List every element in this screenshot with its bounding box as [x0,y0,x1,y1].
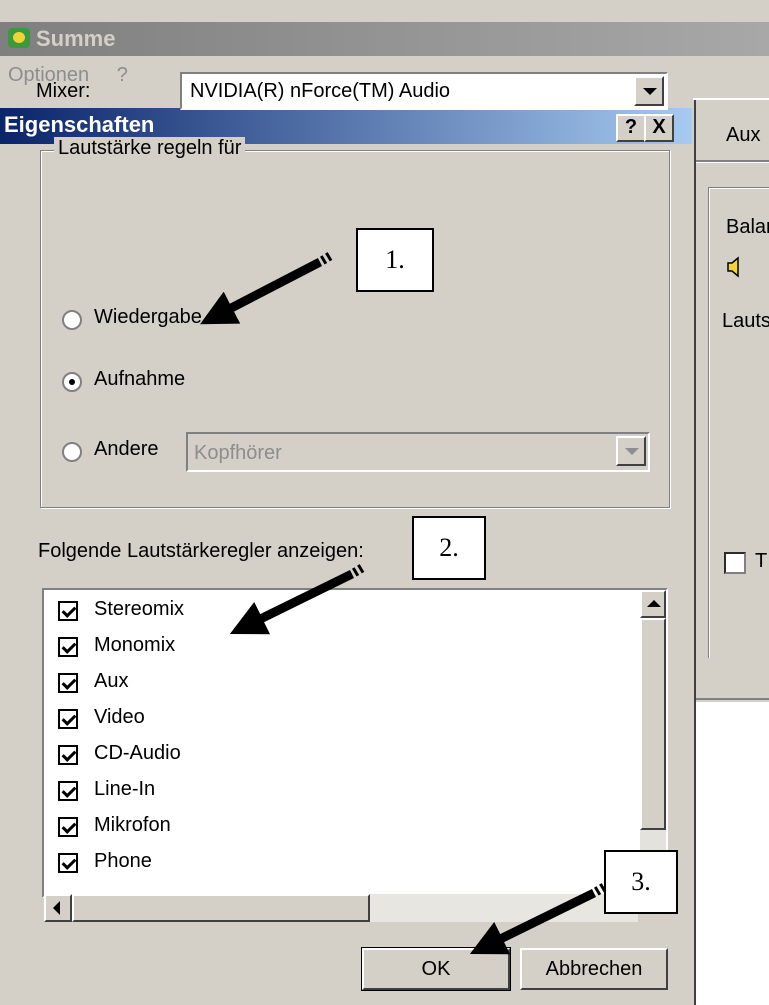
checkbox-checked[interactable] [58,709,78,729]
annotation-step-3: 3. [604,850,678,914]
checkbox-checked[interactable] [58,745,78,765]
checkbox-checked[interactable] [58,781,78,801]
list-item-label: Mikrofon [94,814,171,836]
checkbox-checked[interactable] [58,601,78,621]
horizontal-scroll-thumb[interactable] [72,894,370,922]
mixer-dropdown[interactable]: NVIDIA(R) nForce(TM) Audio [180,72,668,110]
dialog-title: Eigenschaften [4,112,155,137]
horizontal-scrollbar[interactable] [44,894,638,922]
speaker-icon [727,256,739,278]
menu-help[interactable]: ? [117,64,128,86]
radio-aufnahme-label[interactable]: Aufnahme [94,368,185,391]
mute-checkbox-label: T [755,550,768,572]
checkbox-checked[interactable] [58,673,78,693]
radio-wiedergabe[interactable] [62,310,82,330]
list-item-label: Aux [94,670,129,692]
aux-tab-label: Aux [726,124,761,146]
vertical-scroll-thumb[interactable] [640,618,666,830]
andere-selected-value: Kopfhörer [194,442,282,464]
chevron-down-icon[interactable] [634,76,664,106]
checkbox-checked[interactable] [58,637,78,657]
list-item-label: Monomix [94,634,176,656]
checkbox-checked[interactable] [58,817,78,837]
volume-label: Lauts [722,310,769,332]
divider [693,160,769,163]
balance-label: Balan [726,216,769,238]
parent-title: Summe [36,26,116,51]
list-item-label: Video [94,706,145,728]
mute-checkbox[interactable] [724,552,746,574]
close-button[interactable]: X [644,114,674,142]
andere-dropdown[interactable]: Kopfhörer [186,432,650,472]
group-label: Lautstärke regeln für [54,137,246,160]
mixer-label: Mixer: [36,80,91,102]
mixer-app-icon [8,28,30,48]
ok-button[interactable]: OK [361,947,511,991]
scroll-left-icon[interactable] [44,894,72,922]
scroll-up-icon[interactable] [640,590,666,618]
list-item-label: Stereomix [94,598,185,620]
annotation-step-2: 2. [412,516,486,580]
mixer-selected-value: NVIDIA(R) nForce(TM) Audio [190,80,451,102]
parent-title-bar: Summe [0,22,769,56]
radio-wiedergabe-label[interactable]: Wiedergabe [94,306,202,329]
list-item-label: Phone [94,850,152,872]
controls-listbox[interactable]: Stereomix Monomix Aux Video CD-Audio Lin… [42,588,668,898]
list-item-label: CD-Audio [94,742,181,764]
chevron-down-icon[interactable] [616,436,646,466]
help-button[interactable]: ? [616,114,646,142]
annotation-step-1: 1. [356,228,434,292]
vertical-scrollbar[interactable] [640,590,666,890]
checkbox-checked[interactable] [58,853,78,873]
divider [693,698,769,700]
show-controls-label: Folgende Lautstärkeregler anzeigen: [38,540,364,562]
radio-andere[interactable] [62,442,82,462]
list-item-label: Line-In [94,778,156,800]
radio-andere-label[interactable]: Andere [94,438,159,461]
cancel-button[interactable]: Abbrechen [520,948,668,990]
radio-aufnahme[interactable] [62,372,82,392]
